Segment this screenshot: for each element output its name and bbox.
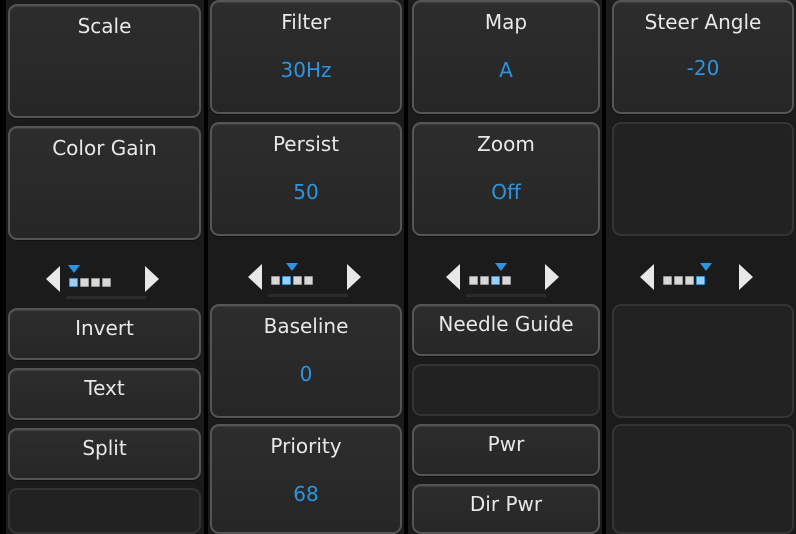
invert-button[interactable]: Invert (8, 308, 201, 360)
zoom-button[interactable]: Zoom Off (412, 122, 600, 236)
empty-softkey (612, 304, 794, 418)
dir-pwr-label: Dir Pwr (469, 492, 543, 516)
page-indicator (640, 256, 760, 296)
caret-down-icon (700, 263, 712, 271)
split-label: Split (82, 436, 127, 460)
softkey-column-2: Filter 30Hz Persist 50 Baseline 0 Priori… (208, 0, 404, 534)
triangle-left-icon[interactable] (46, 266, 60, 292)
square-dot-icon (102, 278, 111, 287)
square-dot-icon (502, 276, 511, 285)
baseline-value: 0 (299, 362, 313, 386)
triangle-left-icon[interactable] (248, 264, 262, 290)
map-value: A (499, 58, 513, 82)
steer-angle-label: Steer Angle (644, 10, 762, 34)
baseline-label: Baseline (263, 314, 349, 338)
page-indicator (248, 256, 368, 297)
filter-label: Filter (281, 10, 331, 34)
text-label: Text (84, 376, 125, 400)
zoom-label: Zoom (477, 132, 535, 156)
square-dot-icon (69, 278, 78, 287)
divider (466, 294, 546, 297)
caret-down-icon (495, 263, 507, 271)
square-dot-icon (663, 276, 672, 285)
page-indicator (446, 256, 566, 297)
square-dot-icon (282, 276, 291, 285)
steer-angle-value: -20 (686, 56, 720, 80)
priority-value: 68 (293, 482, 319, 506)
page-indicator (46, 258, 166, 299)
square-dot-icon (480, 276, 489, 285)
persist-label: Persist (272, 132, 340, 156)
invert-label: Invert (75, 316, 134, 340)
scale-label: Scale (77, 14, 132, 38)
square-dot-icon (469, 276, 478, 285)
empty-softkey (8, 488, 201, 534)
empty-softkey (612, 122, 794, 236)
divider (66, 296, 146, 299)
softkey-column-3: Map A Zoom Off Needle Guide Pwr Dir Pwr (408, 0, 602, 534)
square-dot-icon (685, 276, 694, 285)
priority-button[interactable]: Priority 68 (210, 424, 402, 534)
triangle-right-icon[interactable] (347, 264, 361, 290)
empty-softkey (412, 364, 600, 416)
filter-button[interactable]: Filter 30Hz (210, 0, 402, 114)
page-dots (663, 276, 705, 285)
empty-softkey (612, 424, 794, 534)
caret-down-icon (286, 263, 298, 271)
needle-guide-label: Needle Guide (438, 312, 574, 336)
color-gain-button[interactable]: Color Gain (8, 126, 201, 240)
page-dots (69, 278, 111, 287)
square-dot-icon (271, 276, 280, 285)
steer-angle-button[interactable]: Steer Angle -20 (612, 0, 794, 114)
divider (268, 294, 348, 297)
split-button[interactable]: Split (8, 428, 201, 480)
square-dot-icon (293, 276, 302, 285)
triangle-left-icon[interactable] (640, 264, 654, 290)
priority-label: Priority (270, 434, 342, 458)
softkey-column-4: Steer Angle -20 (606, 0, 796, 534)
pwr-button[interactable]: Pwr (412, 424, 600, 476)
triangle-right-icon[interactable] (739, 264, 753, 290)
caret-down-icon (68, 265, 80, 273)
triangle-right-icon[interactable] (145, 266, 159, 292)
page-dots (469, 276, 511, 285)
needle-guide-button[interactable]: Needle Guide (412, 304, 600, 356)
color-gain-label: Color Gain (52, 136, 157, 160)
page-dots (271, 276, 313, 285)
zoom-value: Off (491, 180, 521, 204)
triangle-right-icon[interactable] (545, 264, 559, 290)
map-button[interactable]: Map A (412, 0, 600, 114)
persist-value: 50 (293, 180, 319, 204)
dir-pwr-button[interactable]: Dir Pwr (412, 484, 600, 534)
persist-button[interactable]: Persist 50 (210, 122, 402, 236)
square-dot-icon (491, 276, 500, 285)
text-button[interactable]: Text (8, 368, 201, 420)
scale-button[interactable]: Scale (8, 4, 201, 118)
square-dot-icon (304, 276, 313, 285)
filter-value: 30Hz (280, 58, 332, 82)
square-dot-icon (696, 276, 705, 285)
map-label: Map (484, 10, 528, 34)
baseline-button[interactable]: Baseline 0 (210, 304, 402, 418)
pwr-label: Pwr (487, 432, 525, 456)
square-dot-icon (80, 278, 89, 287)
triangle-left-icon[interactable] (446, 264, 460, 290)
softkey-column-1: Scale Color Gain Invert Text Split (6, 0, 204, 534)
square-dot-icon (91, 278, 100, 287)
square-dot-icon (674, 276, 683, 285)
